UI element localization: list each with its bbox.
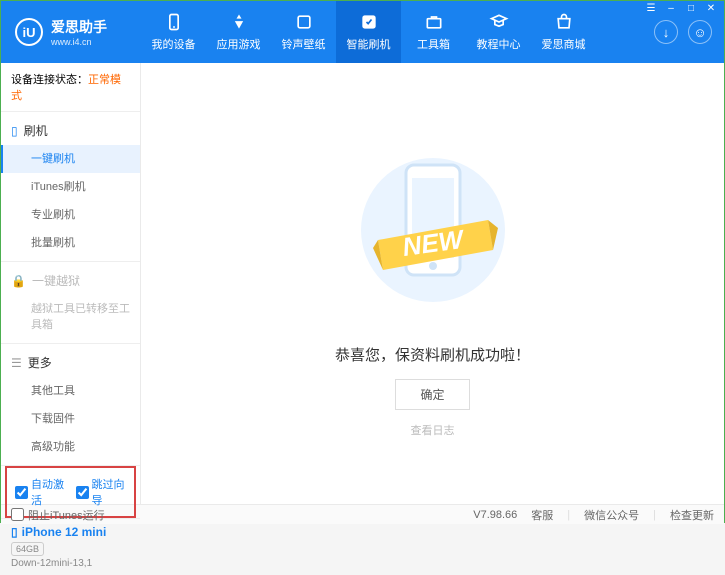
sidebar-item-other-tools[interactable]: 其他工具 bbox=[1, 377, 140, 405]
group-title-more[interactable]: ☰ 更多 bbox=[1, 348, 140, 377]
phone-flash-icon: ▯ bbox=[11, 124, 18, 138]
nav-label: 工具箱 bbox=[417, 36, 450, 52]
checkbox-auto-activate[interactable]: 自动激活 bbox=[15, 476, 66, 508]
checkbox-input[interactable] bbox=[15, 486, 28, 499]
nav-tutorial[interactable]: 教程中心 bbox=[466, 1, 531, 63]
checkbox-label: 阻止iTunes运行 bbox=[28, 507, 105, 523]
sidebar: 设备连接状态：正常模式 ▯ 刷机 一键刷机 iTunes刷机 专业刷机 批量刷机… bbox=[1, 63, 141, 504]
flash-icon bbox=[359, 12, 379, 32]
separator: | bbox=[567, 509, 570, 521]
checkbox-input[interactable] bbox=[76, 486, 89, 499]
nav-store[interactable]: 爱思商城 bbox=[531, 1, 596, 63]
nav-flash[interactable]: 智能刷机 bbox=[336, 1, 401, 63]
phone-small-icon: ▯ bbox=[11, 525, 18, 539]
checkbox-label: 自动激活 bbox=[31, 476, 66, 508]
group-title-flash[interactable]: ▯ 刷机 bbox=[1, 116, 140, 145]
toolbox-icon bbox=[424, 12, 444, 32]
nav-toolbox[interactable]: 工具箱 bbox=[401, 1, 466, 63]
main-panel: NEW 恭喜您，保资料刷机成功啦！ 确定 查看日志 bbox=[141, 63, 724, 504]
store-icon bbox=[554, 12, 574, 32]
menu-icon[interactable]: ☰ bbox=[645, 3, 657, 14]
group-title-jailbreak: 🔒 一键越狱 bbox=[1, 266, 140, 295]
wallpaper-icon bbox=[294, 12, 314, 32]
sidebar-item-batch[interactable]: 批量刷机 bbox=[1, 229, 140, 257]
check-update-link[interactable]: 检查更新 bbox=[670, 507, 714, 523]
device-info: ▯ iPhone 12 mini 64GB Down-12mini-13,1 bbox=[1, 518, 140, 575]
sidebar-item-pro[interactable]: 专业刷机 bbox=[1, 201, 140, 229]
app-name: 爱思助手 bbox=[51, 17, 107, 37]
tutorial-icon bbox=[489, 12, 509, 32]
checkbox-input[interactable] bbox=[11, 508, 24, 521]
sidebar-item-download-fw[interactable]: 下载固件 bbox=[1, 405, 140, 433]
nav-apps[interactable]: 应用游戏 bbox=[206, 1, 271, 63]
version-text: V7.98.66 bbox=[473, 509, 517, 521]
phone-icon bbox=[164, 12, 184, 32]
header-right: ↓ ☺ bbox=[642, 20, 724, 44]
group-label: 更多 bbox=[28, 354, 52, 371]
nav-label: 铃声壁纸 bbox=[282, 36, 326, 52]
device-status: 设备连接状态：正常模式 bbox=[1, 63, 140, 112]
list-icon: ☰ bbox=[11, 356, 22, 370]
nav-label: 智能刷机 bbox=[347, 36, 391, 52]
download-icon[interactable]: ↓ bbox=[654, 20, 678, 44]
sidebar-group-jailbreak: 🔒 一键越狱 越狱工具已转移至工具箱 bbox=[1, 262, 140, 344]
group-label: 一键越狱 bbox=[32, 272, 80, 289]
nav-ringtone[interactable]: 铃声壁纸 bbox=[271, 1, 336, 63]
sidebar-item-advanced[interactable]: 高级功能 bbox=[1, 433, 140, 461]
checkbox-skip-guide[interactable]: 跳过向导 bbox=[76, 476, 127, 508]
support-link[interactable]: 客服 bbox=[531, 507, 553, 523]
window-controls: ☰ – □ ✕ bbox=[645, 3, 717, 14]
device-name[interactable]: ▯ iPhone 12 mini bbox=[11, 525, 130, 539]
lock-icon: 🔒 bbox=[11, 274, 26, 288]
separator: | bbox=[653, 509, 656, 521]
logo-icon: iU bbox=[15, 18, 43, 46]
top-nav: 我的设备 应用游戏 铃声壁纸 智能刷机 工具箱 教程中心 爱思商城 bbox=[141, 1, 642, 63]
apps-icon bbox=[229, 12, 249, 32]
app-site: www.i4.cn bbox=[51, 37, 107, 47]
user-icon[interactable]: ☺ bbox=[688, 20, 712, 44]
checkbox-block-itunes[interactable]: 阻止iTunes运行 bbox=[11, 507, 105, 523]
nav-label: 我的设备 bbox=[152, 36, 196, 52]
status-label: 设备连接状态： bbox=[11, 74, 88, 86]
nav-label: 应用游戏 bbox=[217, 36, 261, 52]
wechat-link[interactable]: 微信公众号 bbox=[584, 507, 639, 523]
jailbreak-info: 越狱工具已转移至工具箱 bbox=[1, 295, 140, 339]
maximize-icon[interactable]: □ bbox=[685, 3, 697, 14]
success-message: 恭喜您，保资料刷机成功啦！ bbox=[335, 344, 530, 365]
logo-area: iU 爱思助手 www.i4.cn bbox=[1, 17, 141, 47]
nav-my-device[interactable]: 我的设备 bbox=[141, 1, 206, 63]
ok-button[interactable]: 确定 bbox=[395, 379, 469, 410]
close-icon[interactable]: ✕ bbox=[705, 3, 717, 14]
app-header: ☰ – □ ✕ iU 爱思助手 www.i4.cn 我的设备 应用游戏 铃声壁纸… bbox=[1, 1, 724, 63]
sidebar-group-flash: ▯ 刷机 一键刷机 iTunes刷机 专业刷机 批量刷机 bbox=[1, 112, 140, 262]
device-capacity: 64GB bbox=[11, 542, 44, 556]
sidebar-group-more: ☰ 更多 其他工具 下载固件 高级功能 bbox=[1, 344, 140, 466]
group-label: 刷机 bbox=[24, 122, 48, 139]
nav-label: 爱思商城 bbox=[542, 36, 586, 52]
success-illustration: NEW bbox=[358, 130, 508, 330]
device-model: Down-12mini-13,1 bbox=[11, 558, 130, 569]
view-log-link[interactable]: 查看日志 bbox=[411, 422, 455, 438]
sidebar-item-oneclick[interactable]: 一键刷机 bbox=[1, 145, 140, 173]
nav-label: 教程中心 bbox=[477, 36, 521, 52]
device-name-text: iPhone 12 mini bbox=[22, 525, 107, 539]
minimize-icon[interactable]: – bbox=[665, 3, 677, 14]
checkbox-label: 跳过向导 bbox=[92, 476, 127, 508]
sidebar-item-itunes[interactable]: iTunes刷机 bbox=[1, 173, 140, 201]
